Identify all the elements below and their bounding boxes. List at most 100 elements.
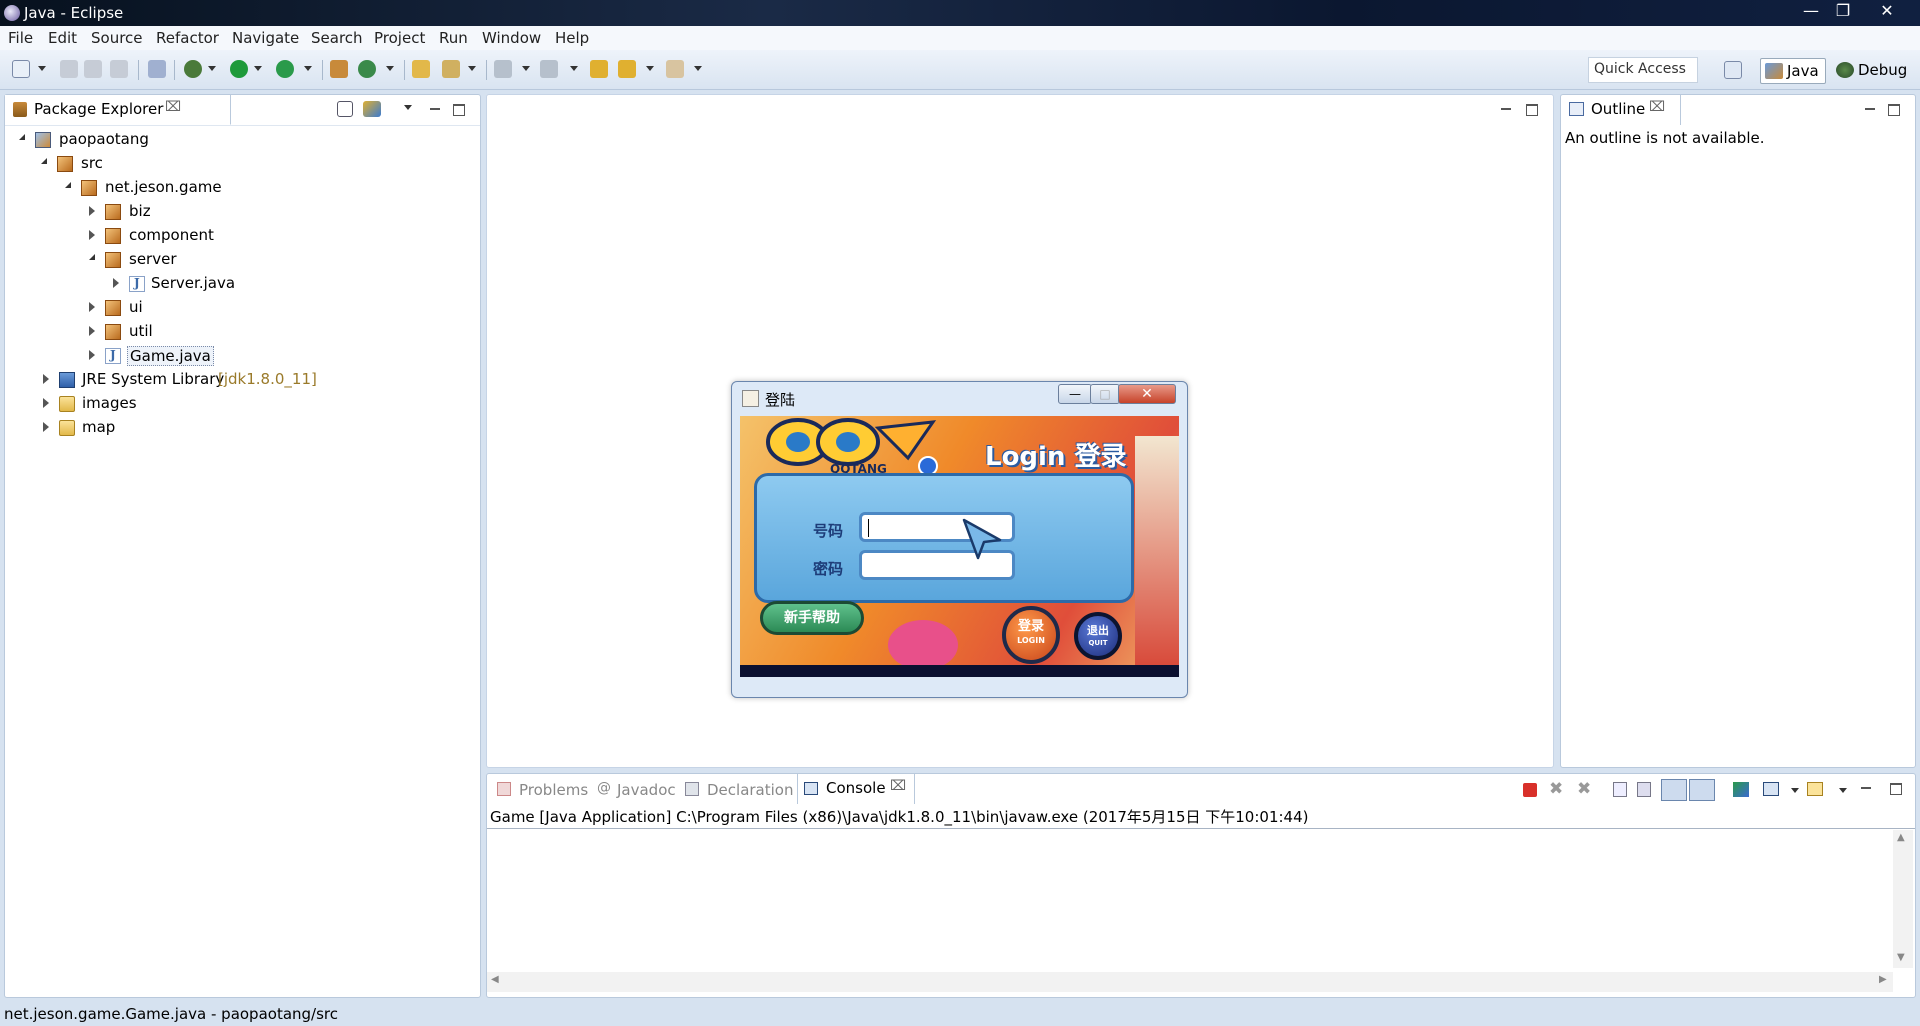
tree-item-game-java[interactable]: Game.java [5, 345, 465, 367]
show-on-stderr-icon[interactable] [1689, 779, 1715, 801]
chevron-down-icon[interactable] [208, 66, 216, 71]
chevron-down-icon[interactable] [1839, 788, 1847, 793]
scroll-lock-icon[interactable] [1637, 782, 1651, 797]
quick-access-input[interactable]: Quick Access [1588, 57, 1698, 83]
tree-item-src[interactable]: src [5, 153, 465, 175]
menu-project[interactable]: Project [374, 29, 425, 47]
chevron-down-icon[interactable] [468, 66, 476, 71]
open-perspective-icon[interactable] [1724, 61, 1742, 79]
forward-icon[interactable] [666, 60, 684, 78]
chevron-down-icon[interactable] [1791, 788, 1799, 793]
chevron-down-icon[interactable] [694, 66, 702, 71]
new-java-class-icon[interactable] [358, 60, 376, 78]
tree-item-util[interactable]: util [5, 321, 465, 343]
tree-item-images[interactable]: images [5, 393, 465, 415]
menu-refactor[interactable]: Refactor [156, 29, 219, 47]
collapse-arrow-icon[interactable] [89, 326, 95, 336]
tree-item-server-java[interactable]: Server.java [5, 273, 465, 295]
chevron-down-icon[interactable] [304, 66, 312, 71]
tree-item-ui[interactable]: ui [5, 297, 465, 319]
save-all-icon[interactable] [84, 60, 102, 78]
clear-console-icon[interactable] [1613, 782, 1627, 797]
quit-button[interactable]: 退出 QUIT [1074, 612, 1122, 660]
expand-arrow-icon[interactable] [19, 134, 25, 140]
menu-help[interactable]: Help [555, 29, 589, 47]
menu-navigate[interactable]: Navigate [232, 29, 299, 47]
close-icon[interactable]: ⌧ [1649, 99, 1665, 115]
view-menu-icon[interactable] [404, 105, 412, 110]
perspective-debug-button[interactable]: Debug [1834, 58, 1914, 84]
tree-item-jre-system-library[interactable]: JRE System Library [jdk1.8.0_11] [5, 369, 465, 391]
scroll-up-icon[interactable]: ▲ [1897, 832, 1905, 843]
restore-window-button[interactable]: ❐ [1828, 0, 1858, 22]
chevron-down-icon[interactable] [646, 66, 654, 71]
pin-console-icon[interactable] [1733, 782, 1749, 797]
minimize-icon[interactable] [1863, 103, 1877, 115]
perspective-java-button[interactable]: Java [1760, 58, 1826, 84]
chevron-down-icon[interactable] [386, 66, 394, 71]
chevron-down-icon[interactable] [522, 66, 530, 71]
maximize-icon[interactable] [1887, 103, 1901, 116]
help-button[interactable]: 新手帮助 [760, 601, 864, 635]
scroll-right-icon[interactable]: ▶ [1879, 974, 1887, 985]
chevron-down-icon[interactable] [38, 66, 46, 71]
horizontal-scrollbar[interactable]: ◀ ▶ [487, 972, 1893, 992]
next-annotation-icon[interactable] [494, 60, 512, 78]
terminate-icon[interactable] [1523, 783, 1537, 797]
close-window-button[interactable]: ✕ [1872, 0, 1902, 22]
tree-item-map[interactable]: map [5, 417, 465, 439]
show-on-stdout-icon[interactable] [1661, 779, 1687, 801]
collapse-arrow-icon[interactable] [43, 422, 49, 432]
minimize-window-button[interactable]: — [1796, 0, 1826, 22]
close-icon[interactable]: ⌧ [890, 778, 906, 794]
tab-console[interactable]: Console ⌧ [797, 774, 915, 804]
tree-item-server[interactable]: server [5, 249, 465, 271]
collapse-all-icon[interactable] [337, 101, 353, 117]
last-edit-location-icon[interactable] [590, 60, 608, 78]
scroll-down-icon[interactable]: ▼ [1897, 952, 1905, 963]
menu-window[interactable]: Window [482, 29, 541, 47]
tree-item-paopaotang[interactable]: paopaotang [5, 129, 465, 151]
expand-arrow-icon[interactable] [89, 254, 95, 260]
chevron-down-icon[interactable] [254, 66, 262, 71]
new-icon[interactable] [12, 60, 30, 78]
collapse-arrow-icon[interactable] [43, 398, 49, 408]
expand-arrow-icon[interactable] [65, 182, 71, 188]
open-type-icon[interactable] [412, 60, 430, 78]
menu-edit[interactable]: Edit [48, 29, 77, 47]
minimize-icon[interactable] [1859, 782, 1873, 794]
maximize-icon[interactable] [1525, 103, 1539, 116]
menu-run[interactable]: Run [439, 29, 468, 47]
collapse-arrow-icon[interactable] [89, 302, 95, 312]
tab-outline[interactable]: Outline ⌧ [1561, 95, 1681, 125]
tree-item-biz[interactable]: biz [5, 201, 465, 223]
maximize-icon[interactable] [452, 103, 466, 116]
expand-arrow-icon[interactable] [41, 158, 47, 164]
external-tools-icon[interactable] [276, 60, 294, 78]
print-icon[interactable] [110, 60, 128, 78]
dialog-close-button[interactable]: ✕ [1118, 384, 1176, 404]
skip-breakpoints-icon[interactable] [148, 60, 166, 78]
debug-icon[interactable] [184, 60, 202, 78]
display-console-icon[interactable] [1763, 782, 1779, 796]
tab-problems[interactable]: Problems [491, 778, 591, 802]
scroll-left-icon[interactable]: ◀ [491, 974, 499, 985]
menu-source[interactable]: Source [91, 29, 143, 47]
login-button[interactable]: 登录 LOGIN [1002, 606, 1060, 664]
remove-all-launches-icon[interactable]: ✖ [1577, 779, 1591, 799]
new-java-package-icon[interactable] [330, 60, 348, 78]
tab-declaration[interactable]: Declaration [683, 778, 795, 802]
dialog-minimize-button[interactable]: — [1058, 384, 1092, 404]
run-icon[interactable] [230, 60, 248, 78]
chevron-down-icon[interactable] [570, 66, 578, 71]
open-console-icon[interactable] [1807, 782, 1823, 796]
collapse-arrow-icon[interactable] [113, 278, 119, 288]
save-icon[interactable] [60, 60, 78, 78]
link-with-editor-icon[interactable] [363, 101, 381, 117]
collapse-arrow-icon[interactable] [89, 350, 95, 360]
tab-package-explorer[interactable]: Package Explorer ⌧ [5, 95, 231, 125]
tab-javadoc[interactable]: @ Javadoc [591, 778, 681, 802]
dialog-maximize-button[interactable]: □ [1090, 384, 1120, 404]
menu-file[interactable]: File [8, 29, 33, 47]
tree-item-net-jeson-game[interactable]: net.jeson.game [5, 177, 465, 199]
